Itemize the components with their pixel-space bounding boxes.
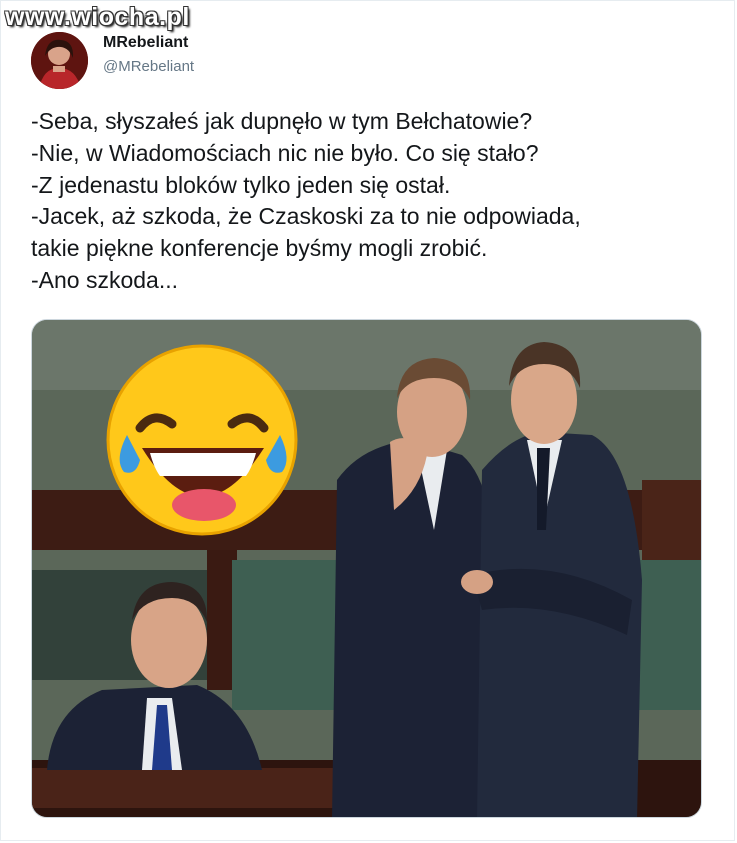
tweet-line: -Jacek, aż szkoda, że Czaskoski za to ni… (31, 203, 581, 230)
tweet-line: -Z jedenastu bloków tylko jeden się osta… (31, 171, 451, 198)
author-handle[interactable]: @MRebeliant (103, 58, 194, 75)
tweet-text: -Seba, słyszałeś jak dupnęło w tym Bełch… (31, 106, 701, 297)
tweet-photo[interactable] (31, 319, 702, 818)
author-name[interactable]: MRebeliant (103, 34, 188, 52)
tweet-line: takie piękne konferencje byśmy mogli zro… (31, 235, 488, 262)
tweet-line: -Ano szkoda... (31, 266, 179, 293)
tweet-line: -Nie, w Wiadomościach nic nie było. Co s… (31, 139, 539, 166)
watermark: www.wiocha.pl (5, 3, 190, 31)
avatar[interactable] (31, 32, 88, 89)
tweet-card: www.wiocha.pl MRebeliant @MRebeliant -Se… (0, 0, 735, 841)
laughing-tears-emoji-icon (106, 344, 298, 536)
tweet-line: -Seba, słyszałeś jak dupnęło w tym Bełch… (31, 108, 533, 134)
